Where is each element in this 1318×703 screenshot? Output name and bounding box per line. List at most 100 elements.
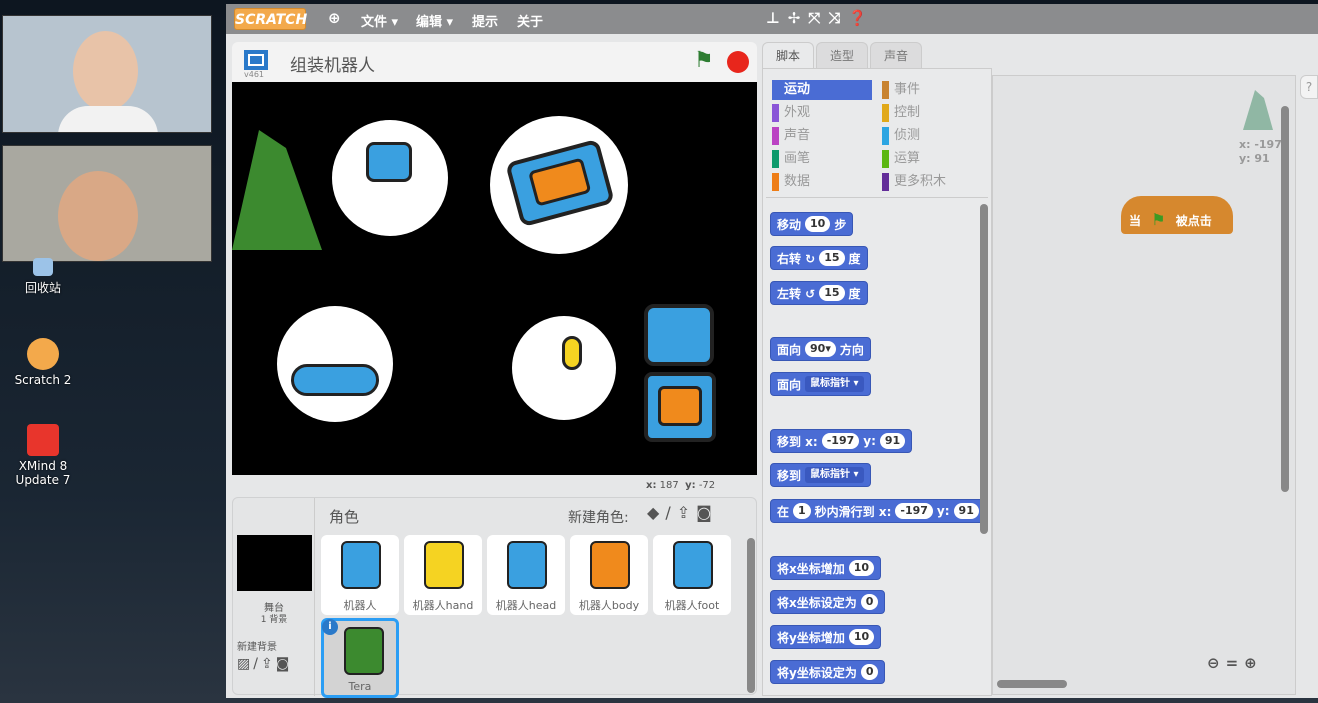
stamp-icon[interactable]: ⊥ bbox=[766, 9, 788, 27]
zoom-out-icon[interactable]: ⊖ bbox=[1207, 654, 1226, 672]
number-input[interactable]: 10 bbox=[848, 560, 875, 576]
sprite-costume-image bbox=[507, 541, 547, 589]
choose-backdrop-icon[interactable]: ▨ bbox=[237, 656, 253, 672]
tab-1[interactable]: 造型 bbox=[816, 42, 868, 70]
stage-canvas[interactable] bbox=[232, 82, 757, 475]
block-text: 秒内滑行到 x: bbox=[814, 504, 892, 519]
sprite-thumbnail[interactable]: 机器人head bbox=[487, 535, 565, 615]
category-9[interactable]: 更多积木 bbox=[882, 172, 982, 192]
number-input[interactable]: 15 bbox=[819, 250, 845, 266]
number-input[interactable]: 10 bbox=[848, 629, 875, 645]
help-icon[interactable]: ? bbox=[1300, 75, 1318, 99]
shrink-icon[interactable]: ⤧ bbox=[808, 9, 828, 27]
sprite-thumbnail[interactable]: 机器人foot bbox=[653, 535, 731, 615]
sprite-robot-hand[interactable] bbox=[512, 316, 616, 420]
zoom-reset-icon[interactable]: = bbox=[1226, 654, 1245, 672]
presentation-mode-icon[interactable] bbox=[244, 50, 268, 70]
motion-block[interactable]: 将x坐标增加 10 bbox=[770, 556, 882, 580]
motion-block[interactable]: 面向 90▾ 方向 bbox=[770, 337, 871, 361]
number-input[interactable]: 1 bbox=[793, 503, 811, 519]
sprite-thumbnail[interactable]: i Tera bbox=[321, 618, 399, 698]
motion-block[interactable]: 在 1 秒内滑行到 x: -197 y: 91 bbox=[770, 499, 986, 523]
sprite-robot-foot[interactable] bbox=[277, 306, 393, 422]
upload-backdrop-icon[interactable]: ⇪ bbox=[261, 656, 276, 672]
sprite-thumbnail[interactable]: 机器人body bbox=[570, 535, 648, 615]
number-input[interactable]: 90▾ bbox=[805, 341, 836, 357]
menu-tips[interactable]: 提示 bbox=[472, 11, 498, 30]
green-flag-icon[interactable]: ⚑ bbox=[694, 48, 714, 73]
script-vertical-scrollbar[interactable] bbox=[1281, 106, 1289, 492]
motion-block[interactable]: 左转 ↺ 15 度 bbox=[770, 281, 868, 305]
block-text: 在 bbox=[777, 504, 790, 519]
sprites-scrollbar[interactable] bbox=[747, 538, 755, 693]
menu-about[interactable]: 关于 bbox=[517, 11, 543, 30]
stage-thumbnail[interactable] bbox=[237, 535, 312, 591]
category-5[interactable]: 侦测 bbox=[882, 126, 982, 146]
help-icon[interactable]: ❓ bbox=[848, 9, 875, 27]
category-label: 侦测 bbox=[894, 128, 921, 143]
sprite-thumbnail[interactable]: 机器人 bbox=[321, 535, 399, 615]
toolbar-icons[interactable]: ⊥✢⤧⤨❓ bbox=[766, 9, 875, 27]
tab-2[interactable]: 声音 bbox=[870, 42, 922, 70]
mouse-coordinates: x: 187 y: -72 bbox=[646, 480, 716, 491]
motion-block[interactable]: 面向 鼠标指针 ▾ bbox=[770, 372, 871, 396]
motion-block[interactable]: 将y坐标设定为 0 bbox=[770, 660, 886, 684]
number-input[interactable]: 91 bbox=[879, 433, 906, 449]
motion-block[interactable]: 移动 10 步 bbox=[770, 212, 854, 236]
script-area[interactable]: x: -197 y: 91 当 ⚑ 被点击 ⊖=⊕ bbox=[992, 75, 1296, 695]
upload-sprite-icon[interactable]: ⇪ bbox=[677, 503, 696, 522]
number-input[interactable]: 91 bbox=[953, 503, 979, 519]
number-input[interactable]: 0 bbox=[860, 594, 879, 610]
block-text: y: bbox=[936, 504, 950, 518]
choose-sprite-icon[interactable]: ◆ bbox=[647, 503, 665, 522]
desktop-icon-xmind[interactable]: XMind 8 Update 7 bbox=[8, 424, 78, 487]
sprite-robot-body[interactable] bbox=[490, 116, 628, 254]
sprite-tera[interactable] bbox=[232, 130, 322, 250]
number-input[interactable]: -197 bbox=[821, 433, 860, 449]
category-8[interactable]: 数据 bbox=[772, 172, 872, 192]
stop-icon[interactable] bbox=[727, 51, 749, 73]
zoom-in-icon[interactable]: ⊕ bbox=[1244, 654, 1263, 672]
motion-block[interactable]: 移到 x: -197 y: 91 bbox=[770, 429, 913, 453]
desktop-icon-scratch[interactable]: Scratch 2 bbox=[8, 338, 78, 387]
category-6[interactable]: 画笔 bbox=[772, 149, 872, 169]
category-0[interactable]: 运动 bbox=[772, 80, 872, 100]
globe-icon[interactable]: ⊕ bbox=[328, 9, 341, 27]
paint-backdrop-icon[interactable]: / bbox=[253, 656, 261, 672]
dropdown[interactable]: 鼠标指针 ▾ bbox=[805, 376, 864, 392]
info-icon[interactable]: i bbox=[322, 619, 338, 635]
number-input[interactable]: 0 bbox=[860, 664, 879, 680]
category-1[interactable]: 事件 bbox=[882, 80, 982, 100]
palette-scrollbar[interactable] bbox=[980, 204, 988, 534]
camera-backdrop-icon[interactable]: ◙ bbox=[276, 656, 293, 672]
sprite-thumbnail[interactable]: 机器人hand bbox=[404, 535, 482, 615]
block-text: 移到 x: bbox=[777, 434, 818, 449]
dropdown[interactable]: 鼠标指针 ▾ bbox=[805, 467, 864, 483]
camera-sprite-icon[interactable]: ◙ bbox=[696, 503, 718, 522]
menu-file[interactable]: 文件 ▾ bbox=[361, 11, 398, 30]
sprite-robot-head[interactable] bbox=[332, 120, 448, 236]
number-input[interactable]: -197 bbox=[895, 503, 933, 519]
motion-block[interactable]: 将x坐标设定为 0 bbox=[770, 590, 886, 614]
category-3[interactable]: 控制 bbox=[882, 103, 982, 123]
paint-sprite-icon[interactable]: / bbox=[665, 503, 676, 522]
fullscreen-icon[interactable]: ⤨ bbox=[828, 9, 848, 27]
motion-block[interactable]: 将y坐标增加 10 bbox=[770, 625, 882, 649]
category-7[interactable]: 运算 bbox=[882, 149, 982, 169]
project-title[interactable]: 组装机器人 bbox=[290, 51, 375, 76]
desktop-icon-recycle-bin[interactable]: 回收站 bbox=[8, 258, 78, 296]
category-color bbox=[882, 81, 889, 99]
grow-icon[interactable]: ✢ bbox=[788, 9, 809, 27]
motion-block[interactable]: 右转 ↻ 15 度 bbox=[770, 246, 868, 270]
category-label: 运动 bbox=[784, 82, 811, 97]
sprite-robot[interactable] bbox=[644, 304, 714, 366]
category-2[interactable]: 外观 bbox=[772, 103, 872, 123]
menu-edit[interactable]: 编辑 ▾ bbox=[416, 11, 453, 30]
when-flag-clicked-block[interactable]: 当 ⚑ 被点击 bbox=[1121, 196, 1233, 234]
number-input[interactable]: 10 bbox=[805, 216, 831, 232]
category-4[interactable]: 声音 bbox=[772, 126, 872, 146]
number-input[interactable]: 15 bbox=[819, 285, 845, 301]
motion-block[interactable]: 移到 鼠标指针 ▾ bbox=[770, 463, 871, 487]
script-horizontal-scrollbar[interactable] bbox=[997, 680, 1067, 688]
sprite-name: Tera bbox=[348, 680, 372, 693]
